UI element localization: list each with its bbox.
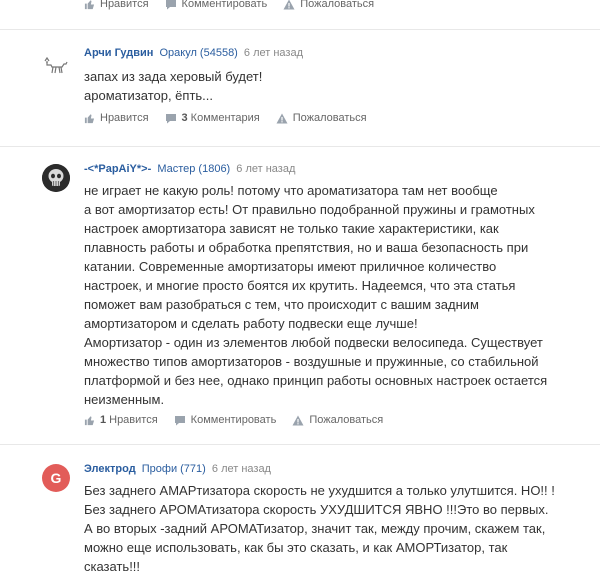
report-button[interactable]: Пожаловаться bbox=[276, 112, 367, 124]
answer-line: ароматизатор, ёпть... bbox=[84, 88, 214, 103]
like-button[interactable]: Нравится bbox=[84, 112, 149, 124]
answer-line: настроек амортизатора зависят не только … bbox=[84, 221, 499, 236]
comment-icon bbox=[165, 0, 176, 9]
author-name[interactable]: Электрод bbox=[84, 463, 136, 475]
answer-text: Без заднего АМАРтизатора скорость не уху… bbox=[84, 481, 594, 576]
avatar[interactable] bbox=[42, 164, 70, 192]
like-button[interactable]: 1 Нравится bbox=[84, 414, 158, 426]
answer-line: поможет вам разобраться с тем, что проис… bbox=[84, 297, 479, 312]
warning-icon bbox=[292, 415, 304, 425]
answer-item: -<*PapAiY*>- Мастер (1806) 6 лет назад н… bbox=[0, 146, 600, 444]
avatar[interactable] bbox=[42, 51, 70, 79]
thumbs-up-icon bbox=[84, 113, 95, 123]
answer-time: 6 лет назад bbox=[236, 163, 296, 175]
likes-count: 1 bbox=[100, 414, 107, 426]
answer-line: А во вторых -задний АРОМАТизатор, значит… bbox=[84, 521, 546, 536]
report-label: Пожаловаться bbox=[300, 0, 375, 10]
comments-count: 3 bbox=[181, 112, 188, 124]
avatar[interactable]: G bbox=[42, 464, 70, 492]
comment-button[interactable]: Комментировать bbox=[174, 414, 277, 426]
thumbs-up-icon bbox=[84, 0, 95, 9]
report-label: Пожаловаться bbox=[309, 414, 384, 426]
answer-line: амортизатором и сделать работу подвески … bbox=[84, 316, 418, 331]
comment-icon bbox=[165, 113, 176, 123]
author-name[interactable]: -<*PapAiY*>- bbox=[84, 163, 151, 175]
like-label: Нравится bbox=[109, 414, 158, 426]
report-label: Пожаловаться bbox=[292, 112, 367, 124]
answer-line: сказать!!! bbox=[84, 559, 141, 574]
skull-avatar-icon bbox=[42, 164, 70, 192]
warning-icon bbox=[283, 0, 295, 9]
answer-line: Без заднего АМАРтизатора скорость не уху… bbox=[84, 483, 555, 498]
comment-label: Комментировать bbox=[181, 0, 268, 10]
answer-line: неизменным. bbox=[84, 392, 165, 407]
answer-text: не играет не какую роль! потому что аром… bbox=[84, 181, 584, 409]
answer-header: -<*PapAiY*>- Мастер (1806) 6 лет назад bbox=[84, 163, 295, 175]
comments-label: Комментария bbox=[190, 112, 260, 124]
answer-line: катании. Современные амортизаторы имеют … bbox=[84, 259, 497, 274]
answer-line: Без заднего АРОМАтизатора скорость УХУДШ… bbox=[84, 502, 549, 517]
answer-line: не играет не какую роль! потому что аром… bbox=[84, 183, 498, 198]
answer-line: можно еще использовать, как бы это сказа… bbox=[84, 540, 508, 555]
previous-answer-actions: Нравится Комментировать Пожаловаться bbox=[84, 0, 390, 10]
dog-avatar-icon bbox=[42, 51, 70, 79]
answer-text: запах из зада херовый будет! ароматизато… bbox=[84, 67, 584, 105]
answer-header: Электрод Профи (771) 6 лет назад bbox=[84, 463, 271, 475]
comment-icon bbox=[174, 415, 185, 425]
author-rank: Оракул (54558) bbox=[159, 47, 238, 59]
comment-button[interactable]: Комментировать bbox=[165, 0, 268, 10]
answer-line: платформой и без нее, однако принцип раб… bbox=[84, 373, 548, 388]
answer-time: 6 лет назад bbox=[211, 463, 271, 475]
answer-actions: Нравится 3 Комментария Пожаловаться bbox=[84, 112, 383, 124]
report-button[interactable]: Пожаловаться bbox=[292, 414, 383, 426]
thumbs-up-icon bbox=[84, 415, 95, 425]
like-label: Нравится bbox=[100, 112, 149, 124]
avatar-letter: G bbox=[50, 470, 62, 486]
comment-label: Комментировать bbox=[190, 414, 277, 426]
author-rank: Профи (771) bbox=[141, 463, 206, 475]
report-button[interactable]: Пожаловаться bbox=[283, 0, 374, 10]
answer-line: Амортизатор - один из элементов любой по… bbox=[84, 335, 543, 350]
author-rank: Мастер (1806) bbox=[157, 163, 231, 175]
author-name[interactable]: Арчи Гудвин bbox=[84, 47, 153, 59]
answer-line: плавность работы и обработка препятствия… bbox=[84, 240, 529, 255]
answer-header: Арчи Гудвин Оракул (54558) 6 лет назад bbox=[84, 47, 303, 59]
answer-line: запах из зада херовый будет! bbox=[84, 69, 263, 84]
like-button[interactable]: Нравится bbox=[84, 0, 149, 10]
comments-button[interactable]: 3 Комментария bbox=[165, 112, 260, 124]
warning-icon bbox=[276, 113, 288, 123]
answer-item: G Электрод Профи (771) 6 лет назад Без з… bbox=[0, 444, 600, 576]
answer-time: 6 лет назад bbox=[243, 47, 303, 59]
answer-line: настроек, и многие просто боятся их крут… bbox=[84, 278, 516, 293]
like-label: Нравится bbox=[100, 0, 149, 10]
answer-item: Арчи Гудвин Оракул (54558) 6 лет назад з… bbox=[0, 29, 600, 146]
answer-line: множество типов амортизаторов - воздушны… bbox=[84, 354, 539, 369]
answer-line: а вот амортизатор есть! От правильно под… bbox=[84, 202, 535, 217]
answers-page: Нравится Комментировать Пожаловаться Арч… bbox=[0, 0, 600, 576]
answer-actions: 1 Нравится Комментировать Пожаловаться bbox=[84, 414, 399, 426]
